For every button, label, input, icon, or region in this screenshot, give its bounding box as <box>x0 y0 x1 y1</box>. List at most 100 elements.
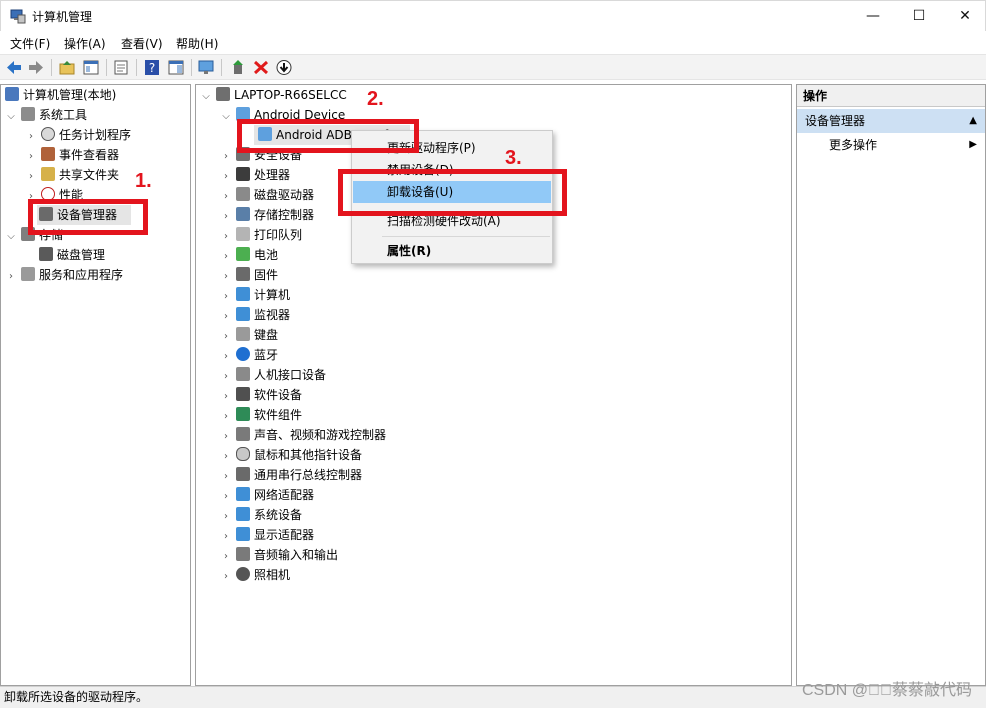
collapsed-chevron-icon[interactable]: › <box>220 307 232 327</box>
collapsed-chevron-icon[interactable]: › <box>220 227 232 247</box>
actions-pane: 操作 设备管理器 ▲ 更多操作 ▶ <box>796 84 986 686</box>
export-list-icon[interactable] <box>112 59 130 76</box>
menu-properties[interactable]: 属性(R) <box>353 240 551 262</box>
device-category-item[interactable]: › 人机接口设备 <box>220 365 326 385</box>
device-category-item[interactable]: › 显示适配器 <box>220 525 314 545</box>
device-category-item[interactable]: › 监视器 <box>220 305 290 325</box>
collapsed-chevron-icon[interactable]: › <box>220 407 232 427</box>
download-circle-icon[interactable] <box>275 59 293 76</box>
minimize-button[interactable]: — <box>850 1 896 31</box>
collapsed-chevron-icon[interactable]: › <box>220 487 232 507</box>
collapsed-chevron-icon[interactable]: › <box>25 127 37 147</box>
collapse-triangle-icon[interactable]: ▲ <box>969 109 977 133</box>
annotation-box-adb-interface <box>237 119 419 153</box>
collapsed-chevron-icon[interactable]: › <box>25 167 37 187</box>
device-category-item[interactable]: › 存储控制器 <box>220 205 314 225</box>
device-category-item[interactable]: › 电池 <box>220 245 278 265</box>
collapsed-chevron-icon[interactable]: › <box>5 267 17 287</box>
collapsed-chevron-icon[interactable]: › <box>220 467 232 487</box>
expanded-chevron-icon[interactable]: ⌵ <box>200 87 212 107</box>
collapsed-chevron-icon[interactable]: › <box>220 387 232 407</box>
collapsed-chevron-icon[interactable]: › <box>220 287 232 307</box>
device-category-item[interactable]: › 软件组件 <box>220 405 302 425</box>
expanded-chevron-icon[interactable]: ⌵ <box>5 227 17 247</box>
back-arrow-icon[interactable] <box>5 59 23 76</box>
device-category-item[interactable]: › 音频输入和输出 <box>220 545 338 565</box>
collapsed-chevron-icon[interactable]: › <box>220 167 232 187</box>
disk-drive-icon <box>236 187 250 201</box>
show-hide-tree-icon[interactable] <box>82 59 100 76</box>
device-category-item[interactable]: › 打印队列 <box>220 225 302 245</box>
more-actions-item[interactable]: 更多操作 ▶ <box>797 135 985 155</box>
close-button[interactable]: ✕ <box>942 1 986 31</box>
printer-icon <box>236 227 250 241</box>
collapsed-chevron-icon[interactable]: › <box>25 147 37 167</box>
tree-item-computer-management[interactable]: 计算机管理(本地) <box>5 85 116 105</box>
device-category-item[interactable]: › 鼠标和其他指针设备 <box>220 445 362 465</box>
collapsed-chevron-icon[interactable]: › <box>220 207 232 227</box>
device-category-item[interactable]: › 声音、视频和游戏控制器 <box>220 425 386 445</box>
annotation-box-uninstall <box>338 169 567 216</box>
software-component-icon <box>236 407 250 421</box>
monitor-icon[interactable] <box>197 59 215 76</box>
usb-icon <box>236 467 250 481</box>
collapsed-chevron-icon[interactable]: › <box>220 347 232 367</box>
forward-arrow-icon[interactable] <box>27 59 45 76</box>
device-category-item[interactable]: › 网络适配器 <box>220 485 314 505</box>
actions-section-device-manager[interactable]: 设备管理器 ▲ <box>797 109 985 133</box>
tree-item-disk-management[interactable]: 磁盘管理 <box>37 245 105 265</box>
action-pane-icon[interactable] <box>167 59 185 76</box>
device-category-item[interactable]: › 固件 <box>220 265 278 285</box>
menu-file[interactable]: 文件(F) <box>10 35 50 52</box>
computer-icon <box>216 87 230 101</box>
computer-management-icon <box>5 87 19 101</box>
device-category-item[interactable]: › 系统设备 <box>220 505 302 525</box>
console-tree-pane: 计算机管理(本地) ⌵ 系统工具 › 任务计划程序 › 事件查看器 › 共享文件夹 › 性… <box>0 84 191 686</box>
collapsed-chevron-icon[interactable]: › <box>220 427 232 447</box>
bluetooth-icon <box>236 347 250 361</box>
uninstall-x-icon[interactable] <box>252 59 270 76</box>
toolbar: ? <box>0 54 986 80</box>
device-category-item[interactable]: › 蓝牙 <box>220 345 278 365</box>
up-folder-icon[interactable] <box>58 59 76 76</box>
shared-folder-icon <box>41 167 55 181</box>
collapsed-chevron-icon[interactable]: › <box>220 147 232 167</box>
device-category-item[interactable]: › 磁盘驱动器 <box>220 185 314 205</box>
status-text: 卸载所选设备的驱动程序。 <box>4 690 149 704</box>
device-category-item[interactable]: › 照相机 <box>220 565 290 585</box>
expanded-chevron-icon[interactable]: ⌵ <box>220 107 232 127</box>
menu-view[interactable]: 查看(V) <box>121 35 163 52</box>
device-category-item[interactable]: › 通用串行总线控制器 <box>220 465 362 485</box>
collapsed-chevron-icon[interactable]: › <box>220 527 232 547</box>
tree-item-shared-folders[interactable]: › 共享文件夹 <box>25 165 119 185</box>
tree-item-task-scheduler[interactable]: › 任务计划程序 <box>25 125 131 145</box>
collapsed-chevron-icon[interactable]: › <box>220 327 232 347</box>
collapsed-chevron-icon[interactable]: › <box>220 187 232 207</box>
system-device-icon <box>236 507 250 521</box>
device-category-item[interactable]: › 处理器 <box>220 165 290 185</box>
display-adapter-icon <box>236 527 250 541</box>
collapsed-chevron-icon[interactable]: › <box>220 567 232 587</box>
device-category-item[interactable]: › 软件设备 <box>220 385 302 405</box>
expanded-chevron-icon[interactable]: ⌵ <box>5 107 17 127</box>
collapsed-chevron-icon[interactable]: › <box>220 547 232 567</box>
menu-separator <box>382 236 550 237</box>
device-category-item[interactable]: › 计算机 <box>220 285 290 305</box>
device-category-item[interactable]: › 键盘 <box>220 325 278 345</box>
software-device-icon <box>236 387 250 401</box>
help-icon[interactable]: ? <box>143 59 161 76</box>
maximize-button[interactable]: ☐ <box>896 1 942 31</box>
collapsed-chevron-icon[interactable]: › <box>220 247 232 267</box>
collapsed-chevron-icon[interactable]: › <box>220 367 232 387</box>
computer-management-icon <box>10 9 26 24</box>
menu-action[interactable]: 操作(A) <box>64 35 106 52</box>
update-driver-icon[interactable] <box>229 59 247 76</box>
menu-help[interactable]: 帮助(H) <box>176 35 218 52</box>
collapsed-chevron-icon[interactable]: › <box>220 267 232 287</box>
device-tree-root[interactable]: ⌵ LAPTOP-R66SELCC <box>200 85 347 105</box>
tree-item-event-viewer[interactable]: › 事件查看器 <box>25 145 119 165</box>
collapsed-chevron-icon[interactable]: › <box>220 507 232 527</box>
tree-item-services-apps[interactable]: › 服务和应用程序 <box>5 265 123 285</box>
collapsed-chevron-icon[interactable]: › <box>220 447 232 467</box>
tree-item-system-tools[interactable]: ⌵ 系统工具 <box>5 105 87 125</box>
